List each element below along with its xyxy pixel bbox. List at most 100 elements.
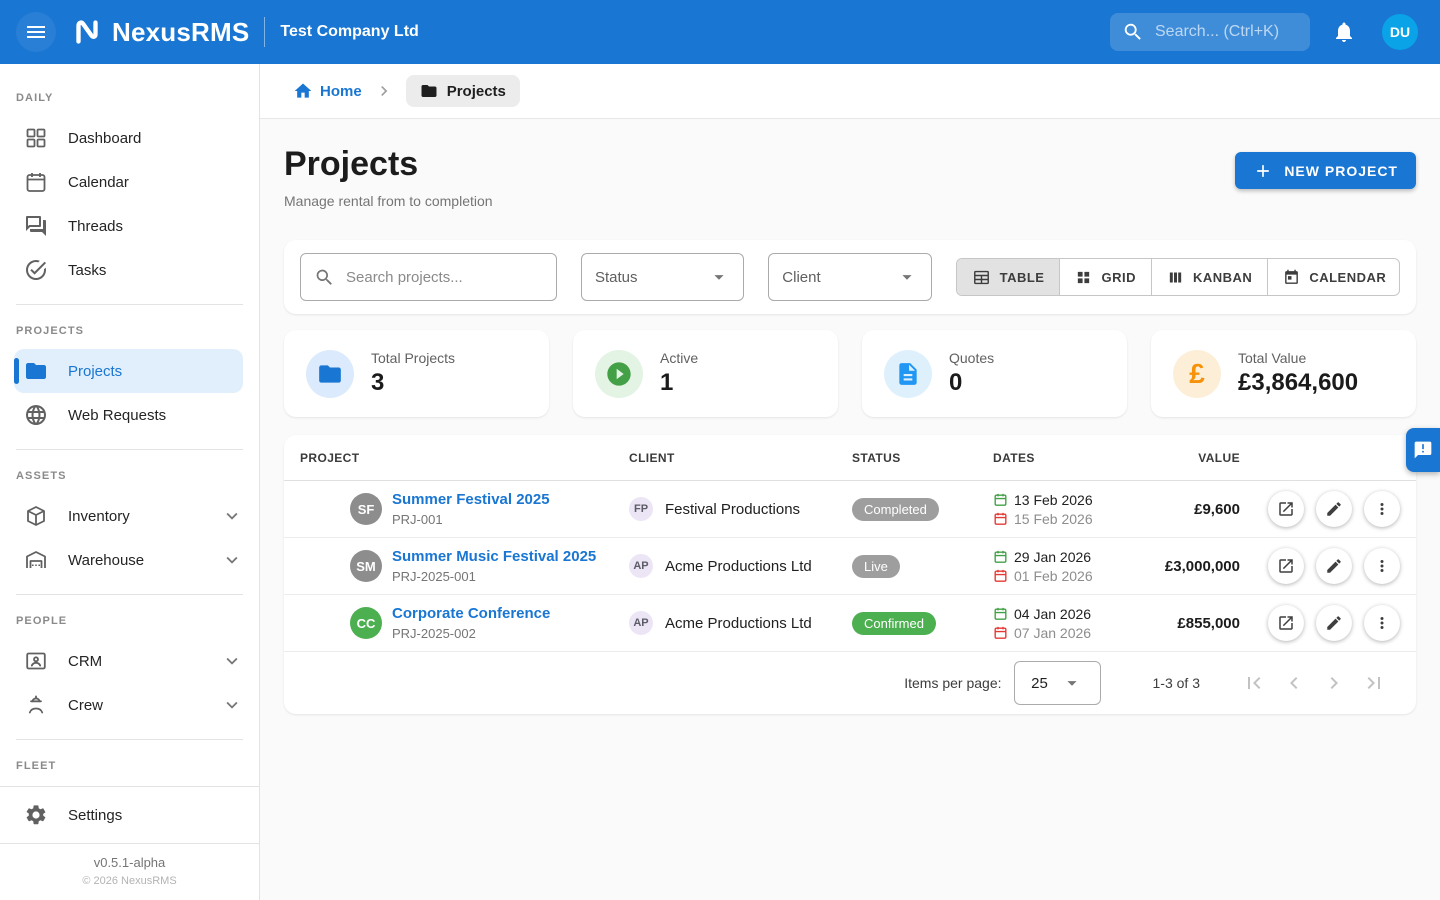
first-page-button[interactable] — [1234, 663, 1274, 703]
table-header-row: PROJECT CLIENT STATUS DATES VALUE — [284, 435, 1416, 481]
new-project-button[interactable]: NEW PROJECT — [1235, 152, 1416, 189]
filter-bar: Status Client TABLE GRID KANBAN — [284, 240, 1416, 314]
feedback-bubble-icon — [1413, 440, 1433, 460]
grid-view-icon — [1075, 269, 1092, 286]
table-view-icon — [972, 268, 991, 287]
check-circle-icon — [24, 258, 48, 282]
global-search-input[interactable] — [1153, 22, 1298, 42]
section-label-people: PEOPLE — [0, 615, 259, 627]
edit-project-button[interactable] — [1316, 491, 1352, 527]
project-name-link[interactable]: Corporate Conference — [392, 605, 550, 622]
sidebar-item-calendar[interactable]: Calendar — [0, 160, 259, 204]
project-search-input[interactable] — [344, 268, 543, 287]
sidebar-item-crew[interactable]: Crew — [0, 683, 259, 727]
view-toggle-group: TABLE GRID KANBAN CALENDAR — [956, 258, 1400, 296]
menu-icon — [24, 20, 48, 44]
sidebar-item-inventory[interactable]: Inventory — [0, 494, 259, 538]
sidebar-item-label: Web Requests — [68, 407, 166, 424]
project-search-field[interactable] — [300, 253, 557, 301]
last-page-button[interactable] — [1354, 663, 1394, 703]
sidebar-item-settings[interactable]: Settings — [0, 793, 259, 837]
open-in-new-icon — [1277, 557, 1295, 575]
app-version: v0.5.1-alpha — [0, 855, 259, 870]
project-avatar: CC — [350, 607, 382, 639]
breadcrumb-home-link[interactable]: Home — [293, 81, 362, 101]
sidebar-item-label: Calendar — [68, 174, 129, 191]
view-grid-button[interactable]: GRID — [1059, 259, 1151, 295]
pencil-icon — [1325, 500, 1343, 518]
box-icon — [24, 504, 48, 528]
notifications-button[interactable] — [1324, 12, 1364, 52]
stat-label: Total Projects — [371, 350, 455, 366]
more-actions-button[interactable] — [1364, 491, 1400, 527]
open-project-button[interactable] — [1268, 548, 1304, 584]
bell-icon — [1332, 20, 1356, 44]
previous-page-button[interactable] — [1274, 663, 1314, 703]
edit-project-button[interactable] — [1316, 548, 1352, 584]
app-bar: NexusRMS Test Company Ltd DU — [0, 0, 1440, 64]
sidebar-footer: Settings v0.5.1-alpha © 2026 NexusRMS — [0, 786, 259, 900]
pagination-range: 1-3 of 3 — [1153, 675, 1200, 691]
dashboard-icon — [24, 126, 48, 150]
table-row: CC Corporate Conference PRJ-2025-002 AP … — [284, 595, 1416, 652]
sidebar-item-label: Crew — [68, 697, 103, 714]
gear-icon — [24, 803, 48, 827]
view-kanban-button[interactable]: KANBAN — [1151, 259, 1267, 295]
project-name-link[interactable]: Summer Festival 2025 — [392, 491, 550, 508]
more-vert-icon — [1373, 614, 1391, 632]
sidebar-item-label: Warehouse — [68, 552, 144, 569]
menu-button[interactable] — [16, 12, 56, 52]
chevron-down-icon — [221, 694, 243, 716]
calendar-view-icon — [1283, 269, 1300, 286]
items-per-page-select[interactable]: 25 — [1014, 661, 1101, 705]
project-code: PRJ-001 — [392, 512, 550, 527]
open-project-button[interactable] — [1268, 605, 1304, 641]
sidebar-item-tasks[interactable]: Tasks — [0, 248, 259, 292]
open-project-button[interactable] — [1268, 491, 1304, 527]
sidebar: DAILY Dashboard Calendar Threads Tasks P… — [0, 64, 260, 900]
section-label-projects: PROJECTS — [0, 325, 259, 337]
sidebar-item-warehouse[interactable]: Warehouse — [0, 538, 259, 582]
dropdown-arrow-icon — [708, 266, 730, 288]
calendar-icon — [24, 170, 48, 194]
sidebar-item-label: Dashboard — [68, 130, 141, 147]
table-row: SM Summer Music Festival 2025 PRJ-2025-0… — [284, 538, 1416, 595]
more-actions-button[interactable] — [1364, 548, 1400, 584]
feedback-button[interactable] — [1406, 428, 1440, 472]
copyright: © 2026 NexusRMS — [0, 875, 259, 887]
sidebar-item-projects[interactable]: Projects — [14, 349, 243, 393]
app-name: NexusRMS — [112, 17, 249, 48]
status-select[interactable]: Status — [581, 253, 744, 301]
sidebar-item-dashboard[interactable]: Dashboard — [0, 116, 259, 160]
sidebar-item-label: Inventory — [68, 508, 130, 525]
next-page-button[interactable] — [1314, 663, 1354, 703]
project-avatar: SM — [350, 550, 382, 582]
view-calendar-button[interactable]: CALENDAR — [1267, 259, 1400, 295]
breadcrumb-home-label: Home — [320, 83, 362, 100]
column-header-value: VALUE — [1153, 451, 1240, 465]
first-page-icon — [1242, 671, 1266, 695]
sidebar-item-web-requests[interactable]: Web Requests — [0, 393, 259, 437]
sidebar-item-crm[interactable]: CRM — [0, 639, 259, 683]
sidebar-divider — [16, 739, 243, 740]
column-header-dates: DATES — [993, 451, 1153, 465]
edit-project-button[interactable] — [1316, 605, 1352, 641]
project-name-link[interactable]: Summer Music Festival 2025 — [392, 548, 596, 565]
view-table-button[interactable]: TABLE — [957, 259, 1060, 295]
chevron-down-icon — [221, 549, 243, 571]
section-label-fleet: FLEET — [0, 760, 259, 772]
project-code: PRJ-2025-001 — [392, 569, 596, 584]
open-in-new-icon — [1277, 500, 1295, 518]
hard-hat-person-icon — [24, 693, 48, 717]
status-badge: Live — [852, 555, 900, 578]
new-project-label: NEW PROJECT — [1284, 163, 1398, 179]
client-select[interactable]: Client — [768, 253, 931, 301]
sidebar-item-threads[interactable]: Threads — [0, 204, 259, 248]
user-avatar[interactable]: DU — [1382, 14, 1418, 50]
more-actions-button[interactable] — [1364, 605, 1400, 641]
status-badge: Confirmed — [852, 612, 936, 635]
global-search[interactable] — [1110, 13, 1310, 51]
sidebar-item-label: Tasks — [68, 262, 106, 279]
project-value: £3,000,000 — [1153, 558, 1240, 575]
chevron-down-icon — [221, 650, 243, 672]
